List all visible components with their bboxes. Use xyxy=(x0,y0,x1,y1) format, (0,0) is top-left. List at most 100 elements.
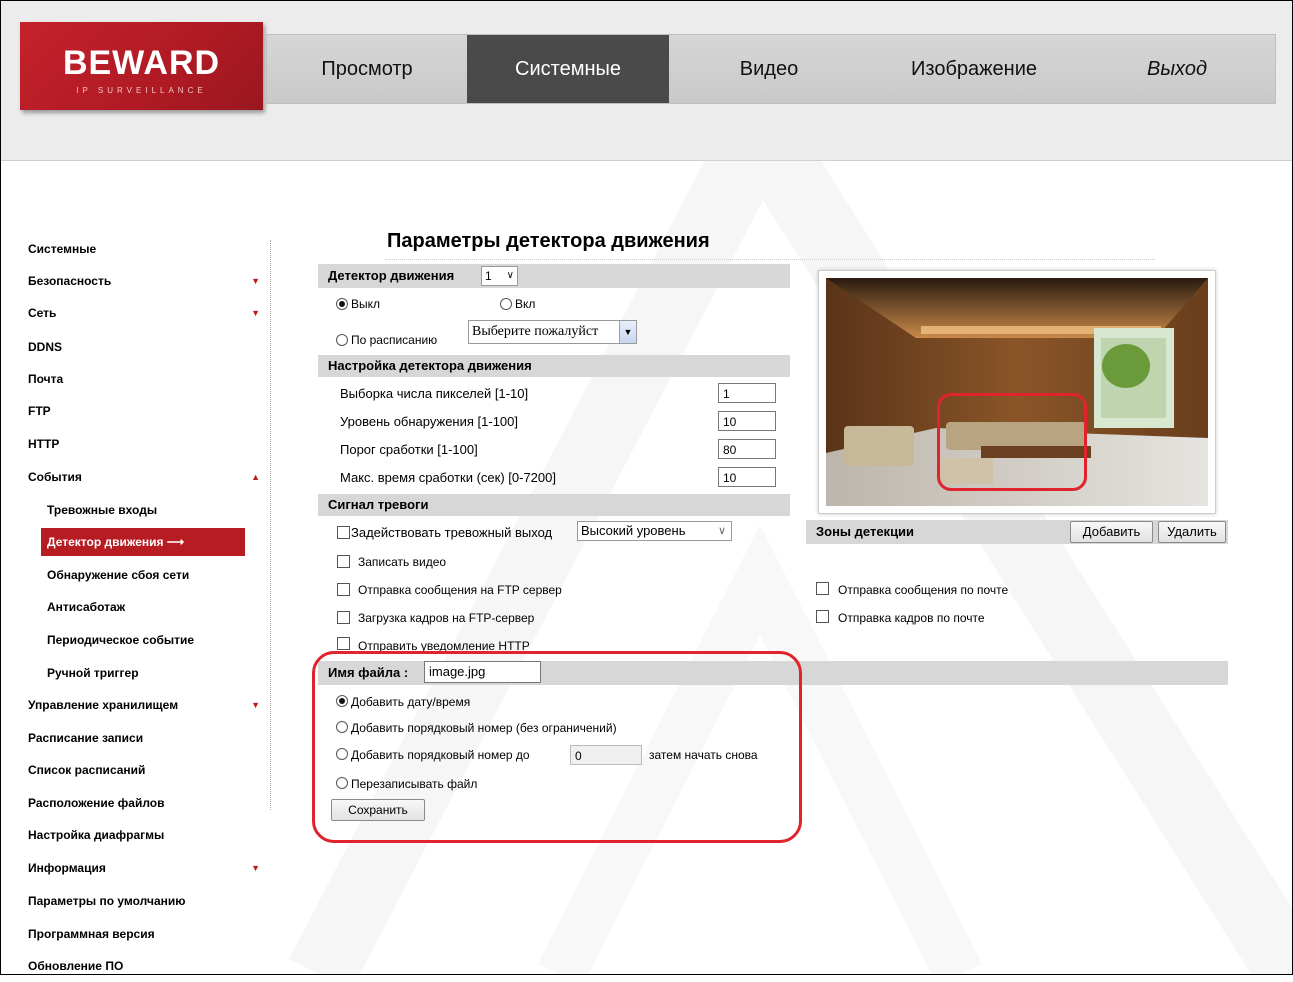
sidebar-item-label: Параметры по умолчанию xyxy=(28,894,186,908)
sidebar-item-alarm-inputs[interactable]: Тревожные входы xyxy=(47,494,247,526)
page-title: Параметры детектора движения xyxy=(387,230,710,252)
mail-frames-label: Отправка кадров по почте xyxy=(838,611,985,625)
sidebar-item-events[interactable]: События ▲ xyxy=(28,461,268,493)
sidebar-item-label: Обновление ПО xyxy=(28,959,124,973)
sidebar-item-label: Расписание записи xyxy=(28,731,144,745)
mail-message-label: Отправка сообщения по почте xyxy=(838,583,1009,597)
radio-schedule-label: По расписанию xyxy=(351,333,438,347)
chevron-down-icon: ∨ xyxy=(506,270,514,281)
sidebar-item-network[interactable]: Сеть ▼ xyxy=(28,297,268,329)
sidebar-item-info[interactable]: Информация ▼ xyxy=(28,852,268,884)
ftp-message-label: Отправка сообщения на FTP сервер xyxy=(358,583,562,597)
top-nav: Просмотр Системные Видео Изображение Вых… xyxy=(266,34,1276,104)
alarm-level-select[interactable]: Высокий уровень ∨ xyxy=(577,521,732,541)
detection-level-input[interactable]: 10 xyxy=(718,411,776,431)
sidebar-item-label: Почта xyxy=(28,372,64,386)
trigger-threshold-input[interactable]: 80 xyxy=(718,439,776,459)
header: BEWARD IP SURVEILLANCE Просмотр Системны… xyxy=(0,0,1293,161)
title-divider xyxy=(385,259,1155,260)
sidebar-item-periodic-event[interactable]: Периодическое событие xyxy=(47,624,247,656)
sidebar-item-label: Системные xyxy=(28,242,97,256)
radio-schedule[interactable] xyxy=(336,334,348,346)
max-trigger-time-input[interactable]: 10 xyxy=(718,467,776,487)
expand-arrow-icon: ▼ xyxy=(251,276,260,286)
nav-video[interactable]: Видео xyxy=(669,35,869,103)
sidebar-item-label: Информация xyxy=(28,861,106,875)
sidebar-item-label: Управление хранилищем xyxy=(28,698,179,712)
sidebar-item-system[interactable]: Системные xyxy=(28,233,268,265)
nav-image[interactable]: Изображение xyxy=(869,35,1079,103)
alarm-output-label: Задействовать тревожный выход xyxy=(351,525,553,540)
dropdown-arrow-icon: ▼ xyxy=(619,321,636,343)
radio-off-label: Выкл xyxy=(351,297,381,311)
sidebar-item-update[interactable]: Обновление ПО xyxy=(28,950,268,982)
sidebar-item-http[interactable]: HTTP xyxy=(28,428,268,460)
nav-logout[interactable]: Выход xyxy=(1079,35,1275,103)
settings-header: Настройка детектора движения xyxy=(318,355,790,377)
radio-on[interactable] xyxy=(500,298,512,310)
pixel-sampling-label: Выборка числа пикселей [1-10] xyxy=(340,386,529,401)
detection-level-label: Уровень обнаружения [1-100] xyxy=(340,414,518,429)
add-zone-button[interactable]: Добавить xyxy=(1070,521,1153,543)
sidebar-item-security[interactable]: Безопасность ▼ xyxy=(28,265,268,297)
alarm-output-checkbox[interactable] xyxy=(337,526,350,539)
trigger-threshold-label: Порог сработки [1-100] xyxy=(340,442,478,457)
expand-arrow-icon: ▼ xyxy=(251,863,260,873)
sidebar-item-schedule-list[interactable]: Список расписаний xyxy=(28,754,268,786)
expand-arrow-icon: ▼ xyxy=(251,700,260,710)
collapse-arrow-icon: ▲ xyxy=(251,472,260,482)
chevron-down-icon: ∨ xyxy=(717,525,726,537)
schedule-select[interactable]: Выберите пожалуйст ▼ xyxy=(468,320,637,344)
sidebar-item-label: Список расписаний xyxy=(28,763,146,777)
mail-message-checkbox[interactable] xyxy=(816,582,829,595)
sidebar-item-firmware-version[interactable]: Программная версия xyxy=(28,918,268,950)
nav-system[interactable]: Системные xyxy=(467,35,669,103)
sidebar-item-label: HTTP xyxy=(28,437,60,451)
nav-view[interactable]: Просмотр xyxy=(267,35,467,103)
sidebar-item-label: Расположение файлов xyxy=(28,796,165,810)
ftp-message-checkbox[interactable] xyxy=(337,583,350,596)
sidebar-item-label: События xyxy=(28,470,82,484)
beward-logo[interactable]: BEWARD IP SURVEILLANCE xyxy=(20,22,263,110)
arrow-right-icon: ⟶ xyxy=(166,535,185,549)
sidebar-item-tamper[interactable]: Антисаботаж xyxy=(47,591,247,623)
camera-preview xyxy=(818,270,1216,514)
sidebar-item-storage[interactable]: Управление хранилищем ▼ xyxy=(28,689,268,721)
logo-subtitle: IP SURVEILLANCE xyxy=(76,86,207,95)
delete-zone-button[interactable]: Удалить xyxy=(1158,521,1226,543)
filename-highlight xyxy=(312,651,802,843)
detector-label: Детектор движения xyxy=(328,268,455,283)
sidebar-item-label: Программная версия xyxy=(28,927,155,941)
radio-off[interactable] xyxy=(336,298,348,310)
sidebar-divider xyxy=(270,240,271,810)
alarm-header: Сигнал тревоги xyxy=(318,494,790,516)
sidebar-item-mail[interactable]: Почта xyxy=(28,363,268,395)
pixel-sampling-input[interactable]: 1 xyxy=(718,383,776,403)
zones-label: Зоны детекции xyxy=(816,524,915,539)
record-video-checkbox[interactable] xyxy=(337,555,350,568)
sidebar-item-label: Настройка диафрагмы xyxy=(28,828,165,842)
sidebar-item-file-location[interactable]: Расположение файлов xyxy=(28,787,268,819)
sidebar-item-record-schedule[interactable]: Расписание записи xyxy=(28,722,268,754)
sidebar-item-label: Сеть xyxy=(28,306,57,320)
sidebar-item-network-failure[interactable]: Обнаружение сбоя сети xyxy=(47,559,247,591)
detector-select[interactable]: 1 ∨ xyxy=(481,266,518,286)
detection-zone-box[interactable] xyxy=(937,393,1087,491)
sidebar-item-label: Безопасность xyxy=(28,274,112,288)
sidebar-item-manual-trigger[interactable]: Ручной триггер xyxy=(47,657,247,689)
sidebar-item-ddns[interactable]: DDNS xyxy=(28,331,268,363)
ftp-upload-label: Загрузка кадров на FTP-сервер xyxy=(358,611,535,625)
alarm-level-value: Высокий уровень xyxy=(581,523,686,538)
sidebar-item-label: DDNS xyxy=(28,340,63,354)
ftp-upload-checkbox[interactable] xyxy=(337,611,350,624)
mail-frames-checkbox[interactable] xyxy=(816,610,829,623)
detector-select-value: 1 xyxy=(485,269,492,283)
detector-bar: Детектор движения xyxy=(318,264,790,288)
sidebar-item-defaults[interactable]: Параметры по умолчанию xyxy=(28,885,268,917)
sidebar-item-motion-detector[interactable]: Детектор движения ⟶ xyxy=(41,528,245,556)
sidebar-item-ftp[interactable]: FTP xyxy=(28,395,268,427)
sidebar-item-label: Детектор движения xyxy=(47,535,164,549)
radio-on-label: Вкл xyxy=(515,297,536,311)
http-notify-checkbox[interactable] xyxy=(337,637,350,650)
sidebar-item-iris[interactable]: Настройка диафрагмы xyxy=(28,819,268,851)
